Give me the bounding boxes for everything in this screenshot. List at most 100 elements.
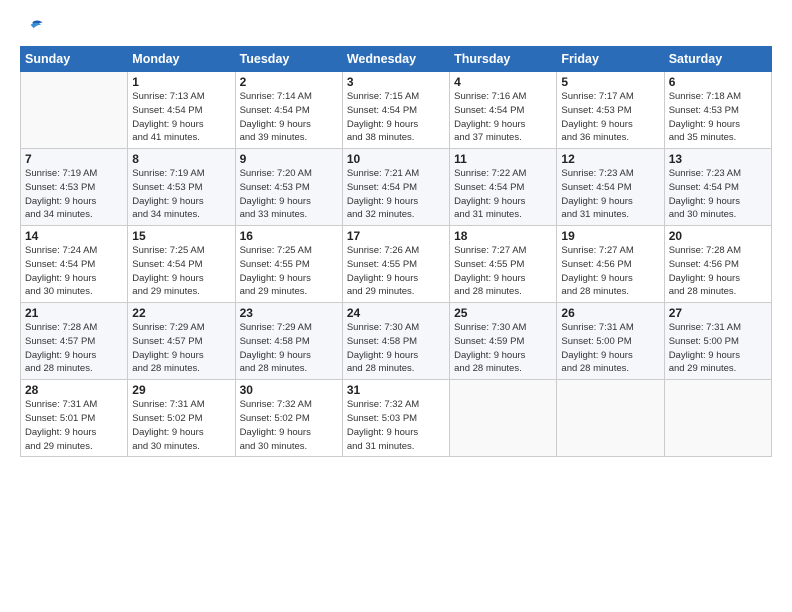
day-number: 21: [25, 306, 123, 320]
day-number: 18: [454, 229, 552, 243]
calendar-week-row: 14Sunrise: 7:24 AM Sunset: 4:54 PM Dayli…: [21, 226, 772, 303]
day-number: 5: [561, 75, 659, 89]
header: [20, 18, 772, 36]
day-info: Sunrise: 7:30 AM Sunset: 4:59 PM Dayligh…: [454, 321, 552, 376]
calendar-cell: 1Sunrise: 7:13 AM Sunset: 4:54 PM Daylig…: [128, 72, 235, 149]
calendar-cell: 19Sunrise: 7:27 AM Sunset: 4:56 PM Dayli…: [557, 226, 664, 303]
calendar-cell: 12Sunrise: 7:23 AM Sunset: 4:54 PM Dayli…: [557, 149, 664, 226]
calendar-cell: 24Sunrise: 7:30 AM Sunset: 4:58 PM Dayli…: [342, 303, 449, 380]
calendar-cell: [21, 72, 128, 149]
calendar-cell: 8Sunrise: 7:19 AM Sunset: 4:53 PM Daylig…: [128, 149, 235, 226]
day-number: 2: [240, 75, 338, 89]
calendar-cell: [664, 380, 771, 457]
day-number: 23: [240, 306, 338, 320]
calendar-cell: 26Sunrise: 7:31 AM Sunset: 5:00 PM Dayli…: [557, 303, 664, 380]
calendar-week-row: 21Sunrise: 7:28 AM Sunset: 4:57 PM Dayli…: [21, 303, 772, 380]
calendar-cell: 23Sunrise: 7:29 AM Sunset: 4:58 PM Dayli…: [235, 303, 342, 380]
day-number: 1: [132, 75, 230, 89]
calendar-cell: 27Sunrise: 7:31 AM Sunset: 5:00 PM Dayli…: [664, 303, 771, 380]
day-number: 11: [454, 152, 552, 166]
day-info: Sunrise: 7:27 AM Sunset: 4:55 PM Dayligh…: [454, 244, 552, 299]
day-info: Sunrise: 7:32 AM Sunset: 5:02 PM Dayligh…: [240, 398, 338, 453]
day-info: Sunrise: 7:19 AM Sunset: 4:53 PM Dayligh…: [25, 167, 123, 222]
calendar-cell: 31Sunrise: 7:32 AM Sunset: 5:03 PM Dayli…: [342, 380, 449, 457]
day-number: 19: [561, 229, 659, 243]
day-number: 10: [347, 152, 445, 166]
day-info: Sunrise: 7:29 AM Sunset: 4:58 PM Dayligh…: [240, 321, 338, 376]
day-number: 17: [347, 229, 445, 243]
day-info: Sunrise: 7:17 AM Sunset: 4:53 PM Dayligh…: [561, 90, 659, 145]
day-info: Sunrise: 7:23 AM Sunset: 4:54 PM Dayligh…: [561, 167, 659, 222]
day-info: Sunrise: 7:30 AM Sunset: 4:58 PM Dayligh…: [347, 321, 445, 376]
calendar-cell: 16Sunrise: 7:25 AM Sunset: 4:55 PM Dayli…: [235, 226, 342, 303]
day-info: Sunrise: 7:20 AM Sunset: 4:53 PM Dayligh…: [240, 167, 338, 222]
calendar-cell: 29Sunrise: 7:31 AM Sunset: 5:02 PM Dayli…: [128, 380, 235, 457]
day-number: 24: [347, 306, 445, 320]
day-number: 31: [347, 383, 445, 397]
calendar-cell: 21Sunrise: 7:28 AM Sunset: 4:57 PM Dayli…: [21, 303, 128, 380]
day-number: 13: [669, 152, 767, 166]
day-info: Sunrise: 7:25 AM Sunset: 4:54 PM Dayligh…: [132, 244, 230, 299]
day-info: Sunrise: 7:24 AM Sunset: 4:54 PM Dayligh…: [25, 244, 123, 299]
calendar-cell: 6Sunrise: 7:18 AM Sunset: 4:53 PM Daylig…: [664, 72, 771, 149]
day-info: Sunrise: 7:28 AM Sunset: 4:56 PM Dayligh…: [669, 244, 767, 299]
page: SundayMondayTuesdayWednesdayThursdayFrid…: [0, 0, 792, 612]
day-number: 30: [240, 383, 338, 397]
calendar-cell: 9Sunrise: 7:20 AM Sunset: 4:53 PM Daylig…: [235, 149, 342, 226]
calendar-cell: 15Sunrise: 7:25 AM Sunset: 4:54 PM Dayli…: [128, 226, 235, 303]
day-number: 16: [240, 229, 338, 243]
day-number: 26: [561, 306, 659, 320]
day-header-monday: Monday: [128, 47, 235, 72]
day-number: 7: [25, 152, 123, 166]
day-info: Sunrise: 7:16 AM Sunset: 4:54 PM Dayligh…: [454, 90, 552, 145]
calendar-cell: 4Sunrise: 7:16 AM Sunset: 4:54 PM Daylig…: [450, 72, 557, 149]
calendar-table: SundayMondayTuesdayWednesdayThursdayFrid…: [20, 46, 772, 457]
calendar-cell: [450, 380, 557, 457]
calendar-week-row: 1Sunrise: 7:13 AM Sunset: 4:54 PM Daylig…: [21, 72, 772, 149]
calendar-cell: 25Sunrise: 7:30 AM Sunset: 4:59 PM Dayli…: [450, 303, 557, 380]
calendar-cell: 13Sunrise: 7:23 AM Sunset: 4:54 PM Dayli…: [664, 149, 771, 226]
day-info: Sunrise: 7:22 AM Sunset: 4:54 PM Dayligh…: [454, 167, 552, 222]
calendar-cell: [557, 380, 664, 457]
day-header-thursday: Thursday: [450, 47, 557, 72]
day-info: Sunrise: 7:18 AM Sunset: 4:53 PM Dayligh…: [669, 90, 767, 145]
day-info: Sunrise: 7:28 AM Sunset: 4:57 PM Dayligh…: [25, 321, 123, 376]
calendar-cell: 2Sunrise: 7:14 AM Sunset: 4:54 PM Daylig…: [235, 72, 342, 149]
day-header-wednesday: Wednesday: [342, 47, 449, 72]
day-header-sunday: Sunday: [21, 47, 128, 72]
day-info: Sunrise: 7:15 AM Sunset: 4:54 PM Dayligh…: [347, 90, 445, 145]
day-number: 8: [132, 152, 230, 166]
calendar-cell: 17Sunrise: 7:26 AM Sunset: 4:55 PM Dayli…: [342, 226, 449, 303]
day-number: 3: [347, 75, 445, 89]
day-number: 25: [454, 306, 552, 320]
day-info: Sunrise: 7:31 AM Sunset: 5:01 PM Dayligh…: [25, 398, 123, 453]
day-header-saturday: Saturday: [664, 47, 771, 72]
day-info: Sunrise: 7:19 AM Sunset: 4:53 PM Dayligh…: [132, 167, 230, 222]
logo-bird-icon: [22, 18, 44, 36]
day-number: 15: [132, 229, 230, 243]
day-info: Sunrise: 7:23 AM Sunset: 4:54 PM Dayligh…: [669, 167, 767, 222]
day-info: Sunrise: 7:27 AM Sunset: 4:56 PM Dayligh…: [561, 244, 659, 299]
day-info: Sunrise: 7:31 AM Sunset: 5:00 PM Dayligh…: [669, 321, 767, 376]
day-info: Sunrise: 7:25 AM Sunset: 4:55 PM Dayligh…: [240, 244, 338, 299]
day-number: 20: [669, 229, 767, 243]
day-info: Sunrise: 7:26 AM Sunset: 4:55 PM Dayligh…: [347, 244, 445, 299]
day-header-friday: Friday: [557, 47, 664, 72]
logo: [20, 18, 46, 36]
day-number: 22: [132, 306, 230, 320]
calendar-cell: 30Sunrise: 7:32 AM Sunset: 5:02 PM Dayli…: [235, 380, 342, 457]
calendar-cell: 18Sunrise: 7:27 AM Sunset: 4:55 PM Dayli…: [450, 226, 557, 303]
calendar-week-row: 28Sunrise: 7:31 AM Sunset: 5:01 PM Dayli…: [21, 380, 772, 457]
day-info: Sunrise: 7:31 AM Sunset: 5:02 PM Dayligh…: [132, 398, 230, 453]
calendar-cell: 11Sunrise: 7:22 AM Sunset: 4:54 PM Dayli…: [450, 149, 557, 226]
calendar-cell: 14Sunrise: 7:24 AM Sunset: 4:54 PM Dayli…: [21, 226, 128, 303]
calendar-cell: 20Sunrise: 7:28 AM Sunset: 4:56 PM Dayli…: [664, 226, 771, 303]
day-number: 6: [669, 75, 767, 89]
day-number: 29: [132, 383, 230, 397]
day-number: 14: [25, 229, 123, 243]
day-info: Sunrise: 7:31 AM Sunset: 5:00 PM Dayligh…: [561, 321, 659, 376]
day-header-tuesday: Tuesday: [235, 47, 342, 72]
day-info: Sunrise: 7:21 AM Sunset: 4:54 PM Dayligh…: [347, 167, 445, 222]
calendar-cell: 28Sunrise: 7:31 AM Sunset: 5:01 PM Dayli…: [21, 380, 128, 457]
calendar-week-row: 7Sunrise: 7:19 AM Sunset: 4:53 PM Daylig…: [21, 149, 772, 226]
